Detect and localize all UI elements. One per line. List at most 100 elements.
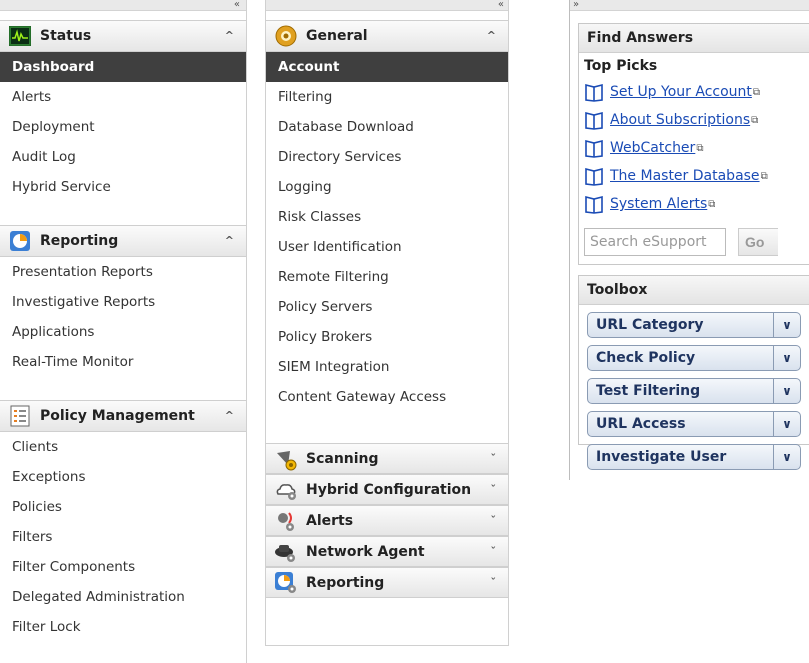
settings-item-directory-services[interactable]: Directory Services xyxy=(266,142,508,172)
tool-investigate-user[interactable]: Investigate User ∨ xyxy=(587,444,801,470)
status-chart-icon xyxy=(8,24,32,48)
sidebar-item-audit-log[interactable]: Audit Log xyxy=(0,142,246,172)
tool-url-category[interactable]: URL Category ∨ xyxy=(587,312,801,338)
settings-item-logging[interactable]: Logging xyxy=(266,172,508,202)
help-link-master-database[interactable]: The Master Database xyxy=(610,168,760,184)
settings-panel: « General ^ Account Filtering Database D… xyxy=(265,0,509,646)
help-link-system-alerts[interactable]: System Alerts xyxy=(610,196,707,212)
settings-item-content-gateway-access[interactable]: Content Gateway Access xyxy=(266,382,508,412)
section-header-network-agent[interactable]: Network Agent ˇ xyxy=(266,536,508,567)
sidebar-item-dashboard[interactable]: Dashboard xyxy=(0,52,246,82)
sidebar-item-alerts[interactable]: Alerts xyxy=(0,82,246,112)
chevron-down-icon[interactable]: ˇ xyxy=(491,483,497,496)
search-row: Go xyxy=(579,218,809,264)
sidebar-item-filter-components[interactable]: Filter Components xyxy=(0,552,246,582)
chevron-down-icon[interactable]: ∨ xyxy=(773,313,800,337)
top-picks-label: Top Picks xyxy=(584,58,658,74)
search-esupport-input[interactable] xyxy=(584,228,726,256)
settings-item-risk-classes[interactable]: Risk Classes xyxy=(266,202,508,232)
settings-item-user-identification[interactable]: User Identification xyxy=(266,232,508,262)
sidebar-item-real-time-monitor[interactable]: Real-Time Monitor xyxy=(0,347,246,377)
sidebar-item-exceptions[interactable]: Exceptions xyxy=(0,462,246,492)
section-header-policy-management[interactable]: Policy Management ^ xyxy=(0,400,246,432)
settings-item-account[interactable]: Account xyxy=(266,52,508,82)
status-panel: « Status ^ Dashboard Alerts Deployment A… xyxy=(0,0,247,663)
expand-right-icon[interactable]: » xyxy=(573,0,579,10)
collapse-bar[interactable]: « xyxy=(0,0,246,11)
help-link-set-up-account[interactable]: Set Up Your Account xyxy=(610,84,752,100)
sidebar-item-hybrid-service[interactable]: Hybrid Service xyxy=(0,172,246,202)
sidebar-item-filter-lock[interactable]: Filter Lock xyxy=(0,612,246,642)
section-header-general[interactable]: General ^ xyxy=(266,20,508,52)
policy-list-icon xyxy=(8,404,32,428)
settings-item-remote-filtering[interactable]: Remote Filtering xyxy=(266,262,508,292)
cloud-gear-icon xyxy=(274,478,298,502)
section-title: Scanning xyxy=(306,450,379,467)
scanning-icon xyxy=(274,447,298,471)
toolbox-box: Toolbox URL Category ∨ Check Policy ∨ Te… xyxy=(578,275,809,470)
sidebar-item-delegated-administration[interactable]: Delegated Administration xyxy=(0,582,246,612)
tool-url-access[interactable]: URL Access ∨ xyxy=(587,411,801,437)
section-header-hybrid-configuration[interactable]: Hybrid Configuration ˇ xyxy=(266,474,508,505)
tool-label: Check Policy xyxy=(596,350,696,366)
settings-item-siem-integration[interactable]: SIEM Integration xyxy=(266,352,508,382)
alerts-icon xyxy=(274,509,298,533)
help-link-row: About Subscriptions ⧉ xyxy=(579,106,809,134)
chevron-down-icon[interactable]: ∨ xyxy=(773,412,800,436)
section-header-reporting-settings[interactable]: Reporting ˇ xyxy=(266,567,508,598)
collapse-left-icon[interactable]: « xyxy=(498,0,504,10)
chevron-up-icon[interactable]: ^ xyxy=(225,409,234,422)
help-link-webcatcher[interactable]: WebCatcher xyxy=(610,140,695,156)
settings-item-filtering[interactable]: Filtering xyxy=(266,82,508,112)
section-title: Reporting xyxy=(306,574,385,591)
help-link-about-subscriptions[interactable]: About Subscriptions xyxy=(610,112,750,128)
sidebar-item-filters[interactable]: Filters xyxy=(0,522,246,552)
collapse-left-icon[interactable]: « xyxy=(234,0,240,10)
external-link-icon: ⧉ xyxy=(751,114,759,126)
section-title: Reporting xyxy=(40,233,119,249)
tool-test-filtering[interactable]: Test Filtering ∨ xyxy=(587,378,801,404)
sidebar-item-presentation-reports[interactable]: Presentation Reports xyxy=(0,257,246,287)
tool-check-policy[interactable]: Check Policy ∨ xyxy=(587,345,801,371)
chevron-down-icon[interactable]: ∨ xyxy=(773,379,800,403)
section-header-reporting[interactable]: Reporting ^ xyxy=(0,225,246,257)
sidebar-item-investigative-reports[interactable]: Investigative Reports xyxy=(0,287,246,317)
chevron-down-icon[interactable]: ˇ xyxy=(491,545,497,558)
go-button[interactable]: Go xyxy=(738,228,778,256)
toolbox-title: Toolbox xyxy=(579,276,809,305)
chevron-down-icon[interactable]: ∨ xyxy=(773,346,800,370)
chevron-up-icon[interactable]: ^ xyxy=(487,29,496,42)
sidebar-item-clients[interactable]: Clients xyxy=(0,432,246,462)
collapse-bar[interactable]: « xyxy=(266,0,508,11)
section-header-status[interactable]: Status ^ xyxy=(0,20,246,52)
external-link-icon: ⧉ xyxy=(752,86,761,98)
expand-bar[interactable]: » xyxy=(570,0,809,11)
book-icon xyxy=(585,139,603,158)
book-icon xyxy=(585,167,603,186)
sidebar-item-policies[interactable]: Policies xyxy=(0,492,246,522)
book-icon xyxy=(585,83,603,102)
chevron-up-icon[interactable]: ^ xyxy=(225,29,234,42)
settings-item-policy-servers[interactable]: Policy Servers xyxy=(266,292,508,322)
external-link-icon: ⧉ xyxy=(696,142,704,154)
sidebar-item-deployment[interactable]: Deployment xyxy=(0,112,246,142)
section-title: Alerts xyxy=(306,512,354,529)
chevron-down-icon[interactable]: ˇ xyxy=(491,576,497,589)
section-header-alerts[interactable]: Alerts ˇ xyxy=(266,505,508,536)
help-link-row: Set Up Your Account ⧉ xyxy=(579,78,809,106)
section-header-scanning[interactable]: Scanning ˇ xyxy=(266,443,508,474)
settings-item-database-download[interactable]: Database Download xyxy=(266,112,508,142)
reporting-pie-icon xyxy=(8,229,32,253)
sidebar-item-applications[interactable]: Applications xyxy=(0,317,246,347)
external-link-icon: ⧉ xyxy=(708,198,716,210)
help-panel: » Find Answers Top Picks Set Up Your Acc… xyxy=(569,0,809,480)
section-title: General xyxy=(306,28,368,44)
chevron-down-icon[interactable]: ∨ xyxy=(773,445,800,469)
chevron-down-icon[interactable]: ˇ xyxy=(491,514,497,527)
settings-item-policy-brokers[interactable]: Policy Brokers xyxy=(266,322,508,352)
tool-label: URL Access xyxy=(596,416,686,432)
chevron-up-icon[interactable]: ^ xyxy=(225,234,234,247)
chevron-down-icon[interactable]: ˇ xyxy=(491,452,497,465)
